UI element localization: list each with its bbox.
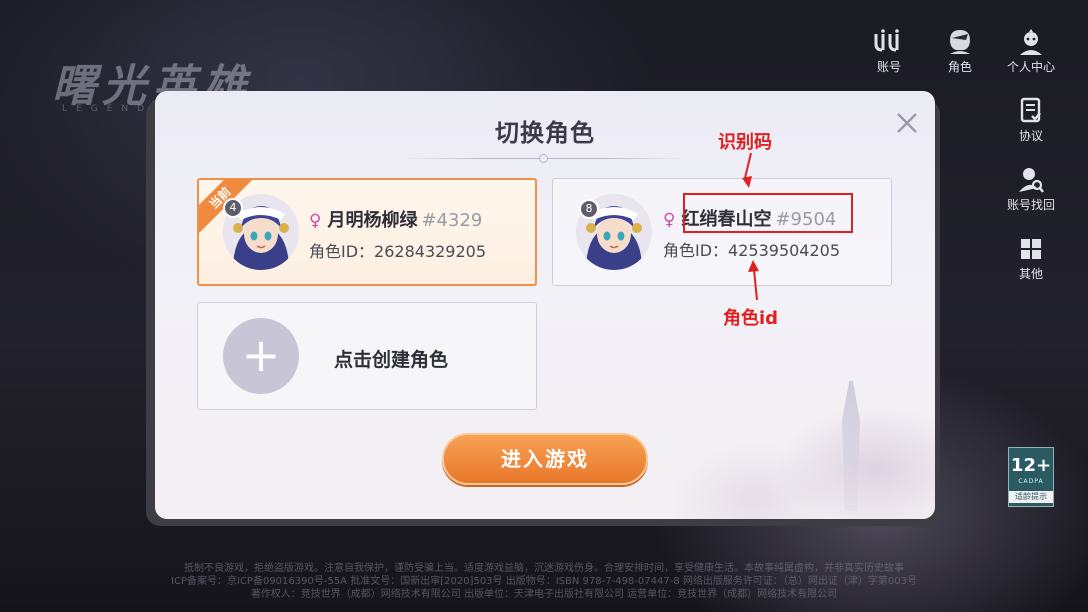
- arrow-head-icon: [742, 176, 752, 188]
- annotation-arrow-up: [744, 152, 752, 179]
- annotation-arrow-down: [753, 269, 758, 301]
- arrow-head-icon: [748, 260, 759, 272]
- game-screen: 曙光英雄 LEGEND 账号 角色 个人中心 协议 账号找回 其他 12+ CA…: [0, 0, 1088, 612]
- annotation-arrows: [742, 152, 759, 301]
